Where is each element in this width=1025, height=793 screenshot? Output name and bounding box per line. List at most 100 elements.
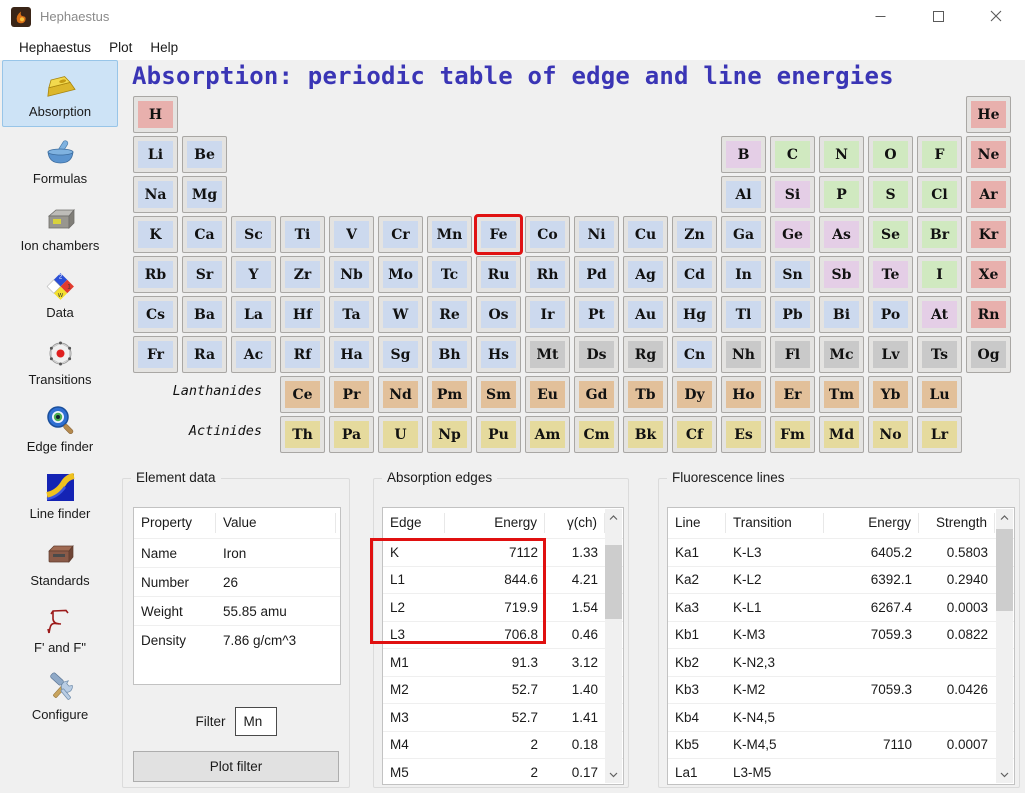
menu-plot[interactable]: Plot (100, 38, 141, 57)
element-Pm[interactable]: Pm (427, 376, 472, 413)
element-Cd[interactable]: Cd (672, 256, 717, 293)
table-row[interactable]: Ka1K-L36405.20.5803 (668, 538, 1014, 566)
sidebar-item-configure[interactable]: Configure (2, 663, 118, 730)
element-P[interactable]: P (819, 176, 864, 213)
element-Nh[interactable]: Nh (721, 336, 766, 373)
table-row[interactable]: L3706.80.46 (383, 621, 623, 649)
element-Mt[interactable]: Mt (525, 336, 570, 373)
scroll-down-icon[interactable] (996, 766, 1013, 783)
element-Tb[interactable]: Tb (623, 376, 668, 413)
edges-scrollbar[interactable] (605, 509, 622, 783)
element-Rb[interactable]: Rb (133, 256, 178, 293)
filter-input[interactable]: Mn (235, 707, 277, 736)
element-Mo[interactable]: Mo (378, 256, 423, 293)
table-row[interactable]: Kb1K-M37059.30.0822 (668, 621, 1014, 649)
element-Ta[interactable]: Ta (329, 296, 374, 333)
element-Ni[interactable]: Ni (574, 216, 619, 253)
element-Fl[interactable]: Fl (770, 336, 815, 373)
scroll-up-icon[interactable] (996, 509, 1013, 526)
element-Ts[interactable]: Ts (917, 336, 962, 373)
element-Mc[interactable]: Mc (819, 336, 864, 373)
element-Md[interactable]: Md (819, 416, 864, 453)
element-No[interactable]: No (868, 416, 913, 453)
sidebar-item-edge-finder[interactable]: Edge finder (2, 395, 118, 462)
sidebar-item-f-and-f-[interactable]: F' and F" (2, 596, 118, 663)
element-Ge[interactable]: Ge (770, 216, 815, 253)
plot-filter-button[interactable]: Plot filter (133, 751, 339, 782)
element-Li[interactable]: Li (133, 136, 178, 173)
element-Ga[interactable]: Ga (721, 216, 766, 253)
element-Tl[interactable]: Tl (721, 296, 766, 333)
element-H[interactable]: H (133, 96, 178, 133)
table-row[interactable]: Kb3K-M27059.30.0426 (668, 676, 1014, 704)
element-Og[interactable]: Og (966, 336, 1011, 373)
element-Cr[interactable]: Cr (378, 216, 423, 253)
element-Ho[interactable]: Ho (721, 376, 766, 413)
scrollbar-thumb[interactable] (996, 529, 1013, 611)
table-row[interactable]: Weight55.85 amu (134, 596, 340, 625)
scroll-down-icon[interactable] (605, 766, 622, 783)
element-Pr[interactable]: Pr (329, 376, 374, 413)
close-button[interactable] (967, 0, 1025, 35)
maximize-button[interactable] (909, 0, 967, 35)
element-Rn[interactable]: Rn (966, 296, 1011, 333)
element-Bk[interactable]: Bk (623, 416, 668, 453)
element-Ne[interactable]: Ne (966, 136, 1011, 173)
element-Np[interactable]: Np (427, 416, 472, 453)
element-Po[interactable]: Po (868, 296, 913, 333)
table-row[interactable]: Density7.86 g/cm^3 (134, 625, 340, 654)
table-row[interactable]: Kb4K-N4,5 (668, 703, 1014, 731)
element-Eu[interactable]: Eu (525, 376, 570, 413)
element-At[interactable]: At (917, 296, 962, 333)
element-Nb[interactable]: Nb (329, 256, 374, 293)
table-row[interactable]: M352.71.41 (383, 703, 623, 731)
minimize-button[interactable] (851, 0, 909, 35)
element-Ag[interactable]: Ag (623, 256, 668, 293)
fluorescence-scrollbar[interactable] (996, 509, 1013, 783)
element-Dy[interactable]: Dy (672, 376, 717, 413)
element-O[interactable]: O (868, 136, 913, 173)
element-Pb[interactable]: Pb (770, 296, 815, 333)
table-row[interactable]: M420.18 (383, 731, 623, 759)
element-Zr[interactable]: Zr (280, 256, 325, 293)
element-Ir[interactable]: Ir (525, 296, 570, 333)
element-W[interactable]: W (378, 296, 423, 333)
element-N[interactable]: N (819, 136, 864, 173)
table-row[interactable]: Kb2K-N2,3 (668, 648, 1014, 676)
element-Cm[interactable]: Cm (574, 416, 619, 453)
sidebar-item-transitions[interactable]: Transitions (2, 328, 118, 395)
menu-hephaestus[interactable]: Hephaestus (10, 38, 100, 57)
element-Sg[interactable]: Sg (378, 336, 423, 373)
element-Xe[interactable]: Xe (966, 256, 1011, 293)
element-Re[interactable]: Re (427, 296, 472, 333)
element-Lu[interactable]: Lu (917, 376, 962, 413)
element-Bi[interactable]: Bi (819, 296, 864, 333)
element-He[interactable]: He (966, 96, 1011, 133)
table-row[interactable]: La1L3-M5 (668, 758, 1014, 785)
scrollbar-thumb[interactable] (605, 545, 622, 619)
element-Sb[interactable]: Sb (819, 256, 864, 293)
element-Fe[interactable]: Fe (476, 216, 521, 253)
sidebar-item-standards[interactable]: Standards (2, 529, 118, 596)
sidebar-item-formulas[interactable]: Formulas (2, 127, 118, 194)
element-Ru[interactable]: Ru (476, 256, 521, 293)
element-Cn[interactable]: Cn (672, 336, 717, 373)
element-K[interactable]: K (133, 216, 178, 253)
table-row[interactable]: K71121.33 (383, 538, 623, 566)
element-Os[interactable]: Os (476, 296, 521, 333)
element-Hg[interactable]: Hg (672, 296, 717, 333)
table-row[interactable]: Kb5K-M4,571100.0007 (668, 731, 1014, 759)
element-Th[interactable]: Th (280, 416, 325, 453)
element-Si[interactable]: Si (770, 176, 815, 213)
scroll-up-icon[interactable] (605, 509, 622, 526)
element-Ba[interactable]: Ba (182, 296, 227, 333)
element-Cl[interactable]: Cl (917, 176, 962, 213)
element-In[interactable]: In (721, 256, 766, 293)
element-Pd[interactable]: Pd (574, 256, 619, 293)
element-Hs[interactable]: Hs (476, 336, 521, 373)
element-Tc[interactable]: Tc (427, 256, 472, 293)
element-Gd[interactable]: Gd (574, 376, 619, 413)
element-Nd[interactable]: Nd (378, 376, 423, 413)
element-S[interactable]: S (868, 176, 913, 213)
element-Ti[interactable]: Ti (280, 216, 325, 253)
